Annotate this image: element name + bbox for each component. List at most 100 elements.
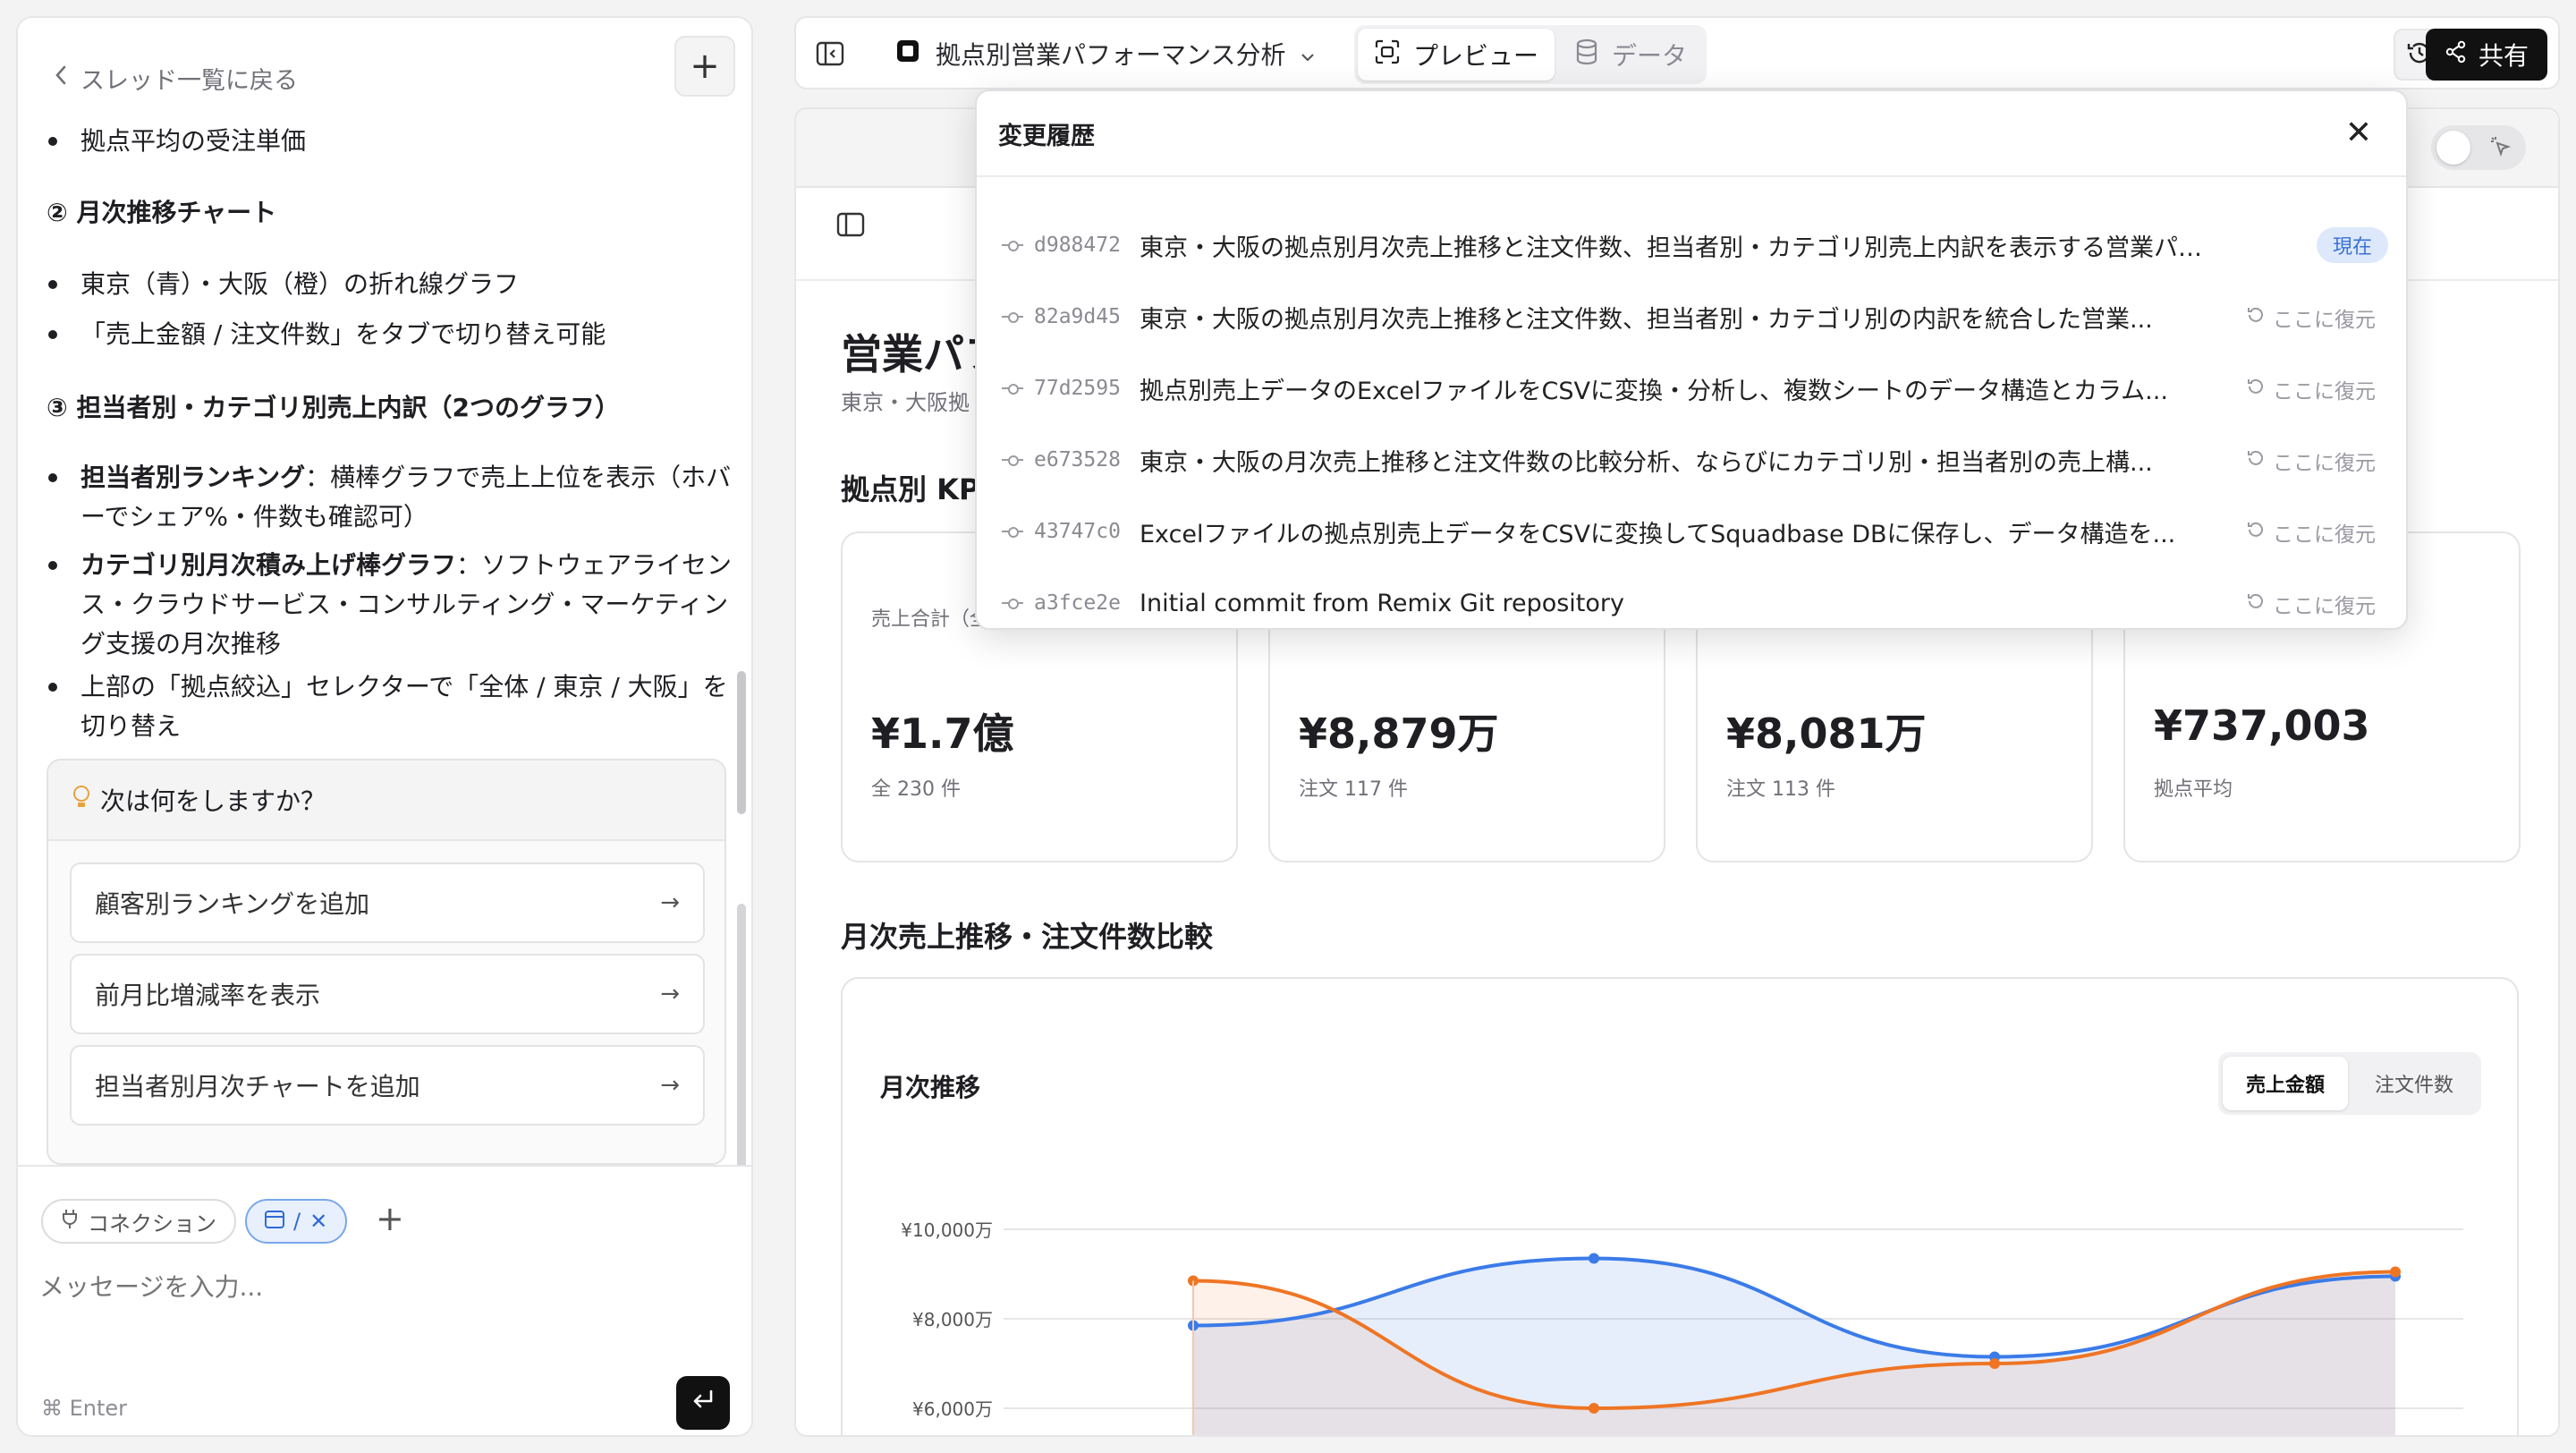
chart-section-heading: 月次売上推移・注文件数比較 (841, 920, 1214, 954)
tab-preview[interactable]: プレビュー (1358, 29, 1555, 81)
sidebar-toggle-icon[interactable] (814, 38, 846, 70)
commit-hash: a3fce2e (1034, 591, 1121, 615)
kpi-heading: 拠点別 KP (841, 472, 980, 506)
next-actions-box: 次は何をしますか？ 顧客別ランキングを追加 → 前月比増減率を表示 → 担当者別月次… (47, 759, 726, 1165)
data-point[interactable] (1589, 1403, 1599, 1414)
next-actions-header: 次は何をしますか？ (48, 760, 724, 841)
commit-message: Excelファイルの拠点別売上データをCSVに変換してSquadbase DBに… (1140, 520, 2176, 548)
restore-button[interactable]: ここに復元 (2246, 517, 2376, 548)
close-icon[interactable]: ✕ (2345, 115, 2372, 151)
dashboard-subtitle: 東京・大阪拠 (841, 390, 970, 415)
restore-icon (2246, 377, 2266, 402)
chevron-down-icon (1300, 39, 1316, 69)
chevron-left-icon (54, 64, 68, 92)
restore-button[interactable]: ここに復元 (2246, 589, 2376, 619)
lightbulb-icon (72, 784, 91, 817)
suggestion-button[interactable]: 顧客別ランキングを追加 → (70, 862, 705, 943)
kpi-value: ¥8,879万 (1299, 710, 1499, 758)
commit-node-icon (1002, 310, 1023, 323)
data-point[interactable] (2390, 1266, 2401, 1278)
top-toolbar: 拠点別営業パフォーマンス分析 プレビュー データ 共有 (794, 16, 2560, 89)
arrow-right-icon: → (660, 889, 680, 916)
scan-icon (1374, 38, 1401, 72)
message-input[interactable] (39, 1272, 665, 1302)
y-tick-label: ¥8,000万 (912, 1309, 993, 1330)
commit-node-icon (1002, 597, 1023, 609)
tab-data[interactable]: データ (1558, 29, 1703, 81)
history-popover: 変更履歴 ✕ d988472 東京・大阪の拠点別月次売上推移と注文件数、担当者別・… (975, 89, 2408, 630)
restore-icon (2246, 305, 2266, 330)
commit-row[interactable]: 43747c0 Excelファイルの拠点別売上データをCSVに変換してSquadb… (977, 496, 2406, 567)
restore-button[interactable]: ここに復元 (2246, 302, 2376, 333)
suggestion-button[interactable]: 担当者別月次チャートを追加 → (70, 1045, 705, 1126)
data-point[interactable] (1589, 1253, 1599, 1264)
section-heading: ③ 担当者別・カテゴリ別売上内訳（2つのグラフ） (47, 393, 620, 422)
add-context-button[interactable]: + (376, 1199, 404, 1238)
send-button[interactable] (676, 1376, 730, 1430)
commit-row[interactable]: 77d2595 拠点別売上データのExcelファイルをCSVに変換・分析し、複数シ… (977, 353, 2406, 424)
share-icon (2445, 40, 2468, 70)
y-tick-label: ¥10,000万 (901, 1219, 993, 1241)
commit-row[interactable]: a3fce2e Initial commit from Remix Git rep… (977, 567, 2406, 628)
restore-icon (2246, 591, 2266, 616)
kpi-value: ¥8,081万 (1726, 710, 1927, 758)
close-icon[interactable]: ✕ (309, 1209, 327, 1234)
tab-order-count[interactable]: 注文件数 (2351, 1057, 2477, 1110)
restore-button[interactable]: ここに復元 (2246, 374, 2376, 404)
current-badge: 現在 (2316, 227, 2388, 263)
monthly-trend-chart: ¥10,000万 ¥8,000万 ¥6,000万 (901, 1219, 2463, 1435)
selection-chip[interactable]: / ✕ (245, 1199, 348, 1244)
view-tabs: プレビュー データ (1354, 25, 1707, 84)
suggestion-button[interactable]: 前月比増減率を表示 → (70, 954, 705, 1034)
restore-button[interactable]: ここに復元 (2246, 446, 2376, 476)
commit-message: Initial commit from Remix Git repository (1140, 589, 1624, 617)
list-item: 上部の「拠点絞込」セレクターで「全体 / 東京 / 大阪」を切り替え (47, 667, 735, 746)
chat-scrollbar[interactable] (737, 671, 746, 814)
chat-scrollbar-track[interactable] (737, 904, 746, 1172)
kpi-value: ¥737,003 (2154, 701, 2370, 750)
kpi-note: 拠点平均 (2154, 778, 2233, 801)
commit-row[interactable]: 82a9d45 東京・大阪の拠点別月次売上推移と注文件数、担当者別・カテゴリ別の内… (977, 281, 2406, 353)
tab-sales-amount[interactable]: 売上金額 (2222, 1057, 2348, 1110)
commit-node-icon (1002, 454, 1023, 466)
share-button[interactable]: 共有 (2426, 29, 2547, 81)
list-item: 東京（青）・大阪（橙）の折れ線グラフ (47, 265, 735, 304)
commit-hash: e673528 (1034, 448, 1121, 472)
new-thread-button[interactable]: + (674, 36, 735, 97)
app-name: 拠点別営業パフォーマンス分析 (936, 40, 1286, 70)
plug-icon (61, 1208, 79, 1235)
enter-hint: ⌘ Enter (41, 1396, 128, 1421)
commit-message: 拠点別売上データのExcelファイルをCSVに変換・分析し、複数シートのデータ構… (1140, 377, 2168, 405)
arrow-right-icon: → (660, 1072, 680, 1099)
history-title: 変更履歴 (977, 91, 2406, 177)
y-tick-label: ¥6,000万 (912, 1398, 993, 1420)
database-icon (1574, 38, 1599, 72)
main-area: 拠点別営業パフォーマンス分析 プレビュー データ 共有 営業パフ 東京・大阪拠 … (794, 16, 2560, 1437)
chart-card: ¥10,000万 ¥8,000万 ¥6,000万 月次推移 売上金額 注文件数 (841, 977, 2519, 1435)
commit-hash: 77d2595 (1034, 377, 1121, 400)
app-selector[interactable]: 拠点別営業パフォーマンス分析 (894, 36, 1316, 72)
kpi-note: 注文 113 件 (1726, 778, 1835, 801)
commit-row[interactable]: e673528 東京・大阪の月次売上推移と注文件数の比較分析、ならびにカテゴリ別・… (977, 424, 2406, 496)
commit-message: 東京・大阪の拠点別月次売上推移と注文件数、担当者別・カテゴリ別売上内訳を表示する… (1140, 234, 2213, 262)
enter-arrow-icon (690, 1388, 716, 1419)
list-item: 「売上金額 / 注文件数」をタブで切り替え可能 (47, 315, 735, 354)
dashboard-sidebar-icon[interactable] (835, 209, 866, 240)
chat-panel: スレッド一覧に戻る + 拠点平均の受注単価 ② 月次推移チャート 東京（青）・大… (16, 16, 753, 1437)
commit-node-icon (1002, 382, 1023, 395)
message-composer: コネクション / ✕ + ⌘ Enter (18, 1165, 751, 1435)
commit-row[interactable]: d988472 東京・大阪の拠点別月次売上推移と注文件数、担当者別・カテゴリ別売上… (977, 209, 2406, 281)
arrow-right-icon: → (660, 981, 680, 1007)
data-point[interactable] (1989, 1358, 2000, 1369)
connection-chip[interactable]: コネクション (41, 1199, 236, 1244)
inspect-toggle[interactable] (2431, 125, 2526, 170)
commit-node-icon (1002, 239, 1023, 251)
kpi-value: ¥1.7億 (871, 710, 1014, 758)
back-to-threads-link[interactable]: スレッド一覧に戻る (54, 61, 298, 96)
commit-hash: d988472 (1034, 234, 1121, 257)
commit-message: 東京・大阪の拠点別月次売上推移と注文件数、担当者別・カテゴリ別の内訳を統合した営… (1140, 305, 2153, 334)
next-actions-title: 次は何をしますか？ (100, 786, 326, 816)
commit-hash: 43747c0 (1034, 520, 1121, 543)
restore-icon (2246, 520, 2266, 545)
section-heading: ② 月次推移チャート (47, 198, 277, 227)
